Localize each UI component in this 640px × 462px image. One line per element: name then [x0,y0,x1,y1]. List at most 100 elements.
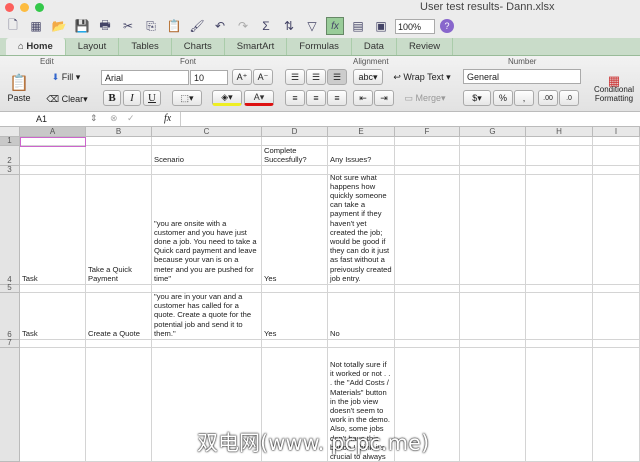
cell-b7[interactable] [86,340,152,348]
cell-e6[interactable]: No [328,293,395,340]
cell-i1[interactable] [593,137,640,146]
new-icon[interactable]: 🗋 [4,17,22,35]
cell-a6[interactable]: Task [20,293,86,340]
help-icon[interactable]: ? [440,19,454,33]
column-header-b[interactable]: B [86,127,152,137]
cell-c3[interactable] [152,166,262,175]
formula-input[interactable] [180,112,640,126]
maximize-button[interactable] [35,3,44,12]
cell-g4[interactable] [460,175,526,285]
cancel-icon[interactable]: ⊗ [110,113,118,124]
cell-c6[interactable]: "you are in your van and a customer has … [152,293,262,340]
row-header-2[interactable]: 2 [0,146,20,166]
cell-g6[interactable] [460,293,526,340]
gallery-icon[interactable]: ▤ [349,17,367,35]
accounting-format-button[interactable]: $▾ [463,90,491,106]
merge-button[interactable]: ▭ Merge ▾ [400,90,450,106]
column-header-d[interactable]: D [262,127,328,137]
name-box-stepper[interactable]: ⇕ [90,113,98,124]
align-left-button[interactable]: ≡ [285,90,305,106]
fx-icon[interactable]: fx [164,113,171,124]
confirm-icon[interactable]: ✓ [127,113,135,124]
tab-tables[interactable]: Tables [119,38,172,55]
fill-color-button[interactable]: ◈▾ [212,90,242,106]
decrease-indent-button[interactable]: ⇤ [353,90,373,106]
zoom-select[interactable]: 100% [395,18,435,34]
align-bottom-button[interactable]: ☰ [327,69,347,85]
paste-icon[interactable]: 📋 [165,17,183,35]
column-header-i[interactable]: I [593,127,640,137]
percent-button[interactable]: % [493,90,513,106]
cell-b3[interactable] [86,166,152,175]
cell-g8[interactable] [460,348,526,462]
increase-decimal-button[interactable]: .00 [538,90,558,106]
column-header-a[interactable]: A [20,127,86,137]
cell-i4[interactable] [593,175,640,285]
cell-f3[interactable] [395,166,460,175]
tab-review[interactable]: Review [397,38,454,55]
row-header-7[interactable]: 7 [0,338,20,348]
minimize-button[interactable] [20,3,29,12]
cell-h7[interactable] [526,340,593,348]
tab-layout[interactable]: Layout [66,38,120,55]
borders-button[interactable]: ⬚▾ [172,90,202,106]
redo-icon[interactable]: ↷ [234,17,252,35]
tab-formulas[interactable]: Formulas [287,38,352,55]
cell-i5[interactable] [593,285,640,293]
cell-f1[interactable] [395,137,460,146]
format-painter-icon[interactable]: 🖌 [188,17,206,35]
filter-icon[interactable]: ▽ [303,17,321,35]
decrease-decimal-button[interactable]: .0 [559,90,579,106]
cell-d5[interactable] [262,285,328,293]
cell-a7[interactable] [20,340,86,348]
cell-h5[interactable] [526,285,593,293]
cell-d7[interactable] [262,340,328,348]
cell-i6[interactable] [593,293,640,340]
cell-g3[interactable] [460,166,526,175]
align-top-button[interactable]: ☰ [285,69,305,85]
number-format-select[interactable]: General [463,69,581,84]
increase-indent-button[interactable]: ⇥ [374,90,394,106]
cell-b1[interactable] [86,137,152,146]
comma-button[interactable]: , [514,90,534,106]
wrap-text-button[interactable]: ↩ Wrap Text ▾ [387,69,457,85]
increase-font-button[interactable]: A⁺ [232,69,252,85]
tab-home[interactable]: ⌂ Home [6,38,66,55]
orientation-button[interactable]: abc ▾ [353,69,383,85]
column-header-g[interactable]: G [460,127,526,137]
cell-c1[interactable] [152,137,262,146]
cell-h1[interactable] [526,137,593,146]
cell-a2[interactable] [20,146,86,166]
cell-d2[interactable]: Complete Succesfully? [262,146,328,166]
column-header-e[interactable]: E [328,127,395,137]
cell-d4[interactable]: Yes [262,175,328,285]
cell-g7[interactable] [460,340,526,348]
row-header-5[interactable]: 5 [0,283,20,293]
font-name-field[interactable]: Arial [101,70,189,85]
paste-button[interactable]: 📋 Paste [4,69,34,107]
cut-icon[interactable]: ✂ [119,17,137,35]
cell-i8[interactable] [593,348,640,462]
clear-button[interactable]: ⌫ Clear ▾ [42,91,92,107]
cell-f5[interactable] [395,285,460,293]
cell-h3[interactable] [526,166,593,175]
cell-c7[interactable] [152,340,262,348]
cell-f7[interactable] [395,340,460,348]
close-button[interactable] [5,3,14,12]
cell-b6[interactable]: Create a Quote [86,293,152,340]
cell-h6[interactable] [526,293,593,340]
cell-i2[interactable] [593,146,640,166]
cell-e7[interactable] [328,340,395,348]
cell-g5[interactable] [460,285,526,293]
decrease-font-button[interactable]: A⁻ [253,69,273,85]
selected-cell-a1[interactable] [20,137,86,147]
media-icon[interactable]: ▣ [372,17,390,35]
copy-icon[interactable]: ⎘ [142,17,160,35]
sort-icon[interactable]: ⇅ [280,17,298,35]
cell-f6[interactable] [395,293,460,340]
cell-c2[interactable]: Scenario [152,146,262,166]
cell-f2[interactable] [395,146,460,166]
templates-icon[interactable]: ▦ [27,17,45,35]
cell-g2[interactable] [460,146,526,166]
row-header-8[interactable] [0,348,20,462]
